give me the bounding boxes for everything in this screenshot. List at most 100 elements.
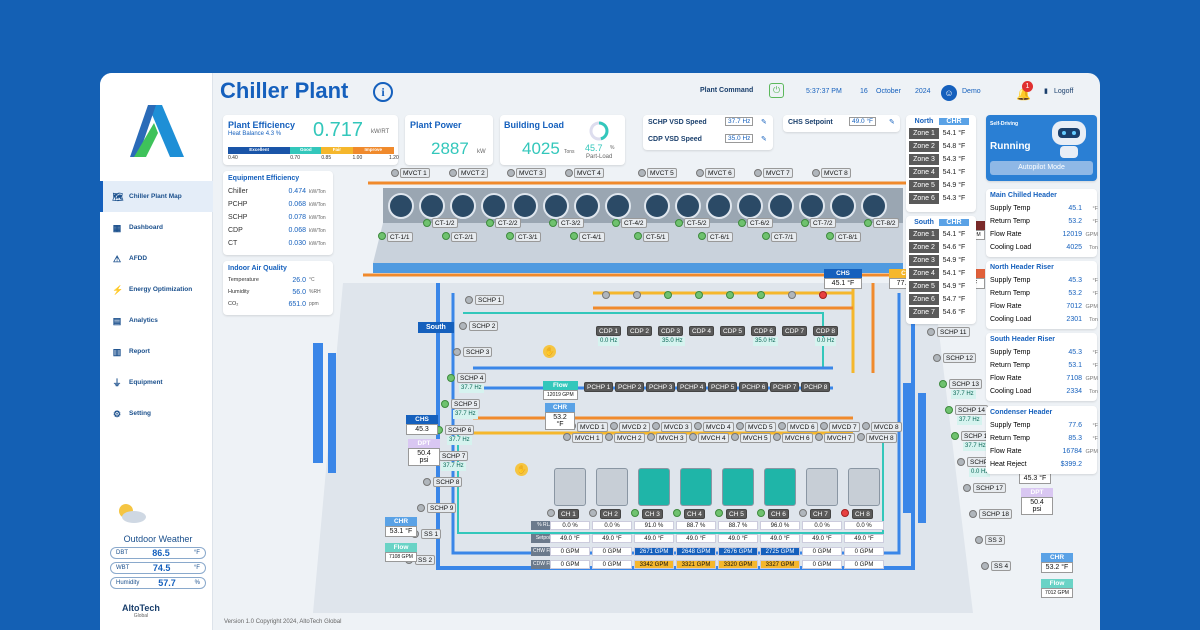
cooling-tower-tag[interactable]: CT-2/1 bbox=[451, 232, 477, 242]
schp-tag[interactable]: SCHP 14 bbox=[955, 405, 988, 415]
info-icon[interactable]: i bbox=[373, 82, 393, 102]
pchp-tag[interactable]: PCHP 7 bbox=[770, 382, 800, 392]
schp-tag[interactable]: SCHP 3 bbox=[463, 347, 493, 357]
pchp-tag[interactable]: PCHP 3 bbox=[646, 382, 676, 392]
mvch-tag[interactable]: MVCH 8 bbox=[866, 433, 897, 443]
mvcd-tag[interactable]: MVCD 6 bbox=[787, 422, 818, 432]
chiller-tag[interactable]: CH 7 bbox=[810, 509, 831, 519]
mvch-tag[interactable]: MVCH 6 bbox=[782, 433, 813, 443]
cooling-tower-tag[interactable]: CT-6/1 bbox=[707, 232, 733, 242]
mvct-tag[interactable]: MVCT 5 bbox=[647, 168, 677, 178]
cdp-tag[interactable]: CDP 1 bbox=[596, 326, 622, 336]
user-avatar-icon[interactable]: ☺ bbox=[941, 85, 957, 101]
mvcd-tag[interactable]: MVCD 1 bbox=[577, 422, 608, 432]
mvch-tag[interactable]: MVCH 5 bbox=[740, 433, 771, 443]
mvch-tag[interactable]: MVCH 3 bbox=[656, 433, 687, 443]
chiller-unit-icon[interactable] bbox=[680, 468, 712, 506]
mvct-tag[interactable]: MVCT 8 bbox=[821, 168, 851, 178]
sidebar-item-energy-optimization[interactable]: ⚡ Energy Optimization bbox=[100, 274, 213, 305]
manual-override-hand-icon[interactable]: ✋ bbox=[515, 463, 528, 476]
cdp-tag[interactable]: CDP 6 bbox=[751, 326, 777, 336]
cooling-tower-tag[interactable]: CT-3/1 bbox=[515, 232, 541, 242]
cooling-tower-tag[interactable]: CT-7/1 bbox=[771, 232, 797, 242]
cooling-tower-tag[interactable]: CT-2/2 bbox=[495, 218, 521, 228]
chiller-tag[interactable]: CH 4 bbox=[684, 509, 705, 519]
schp-tag[interactable]: SCHP 18 bbox=[979, 509, 1012, 519]
mvcd-tag[interactable]: MVCD 3 bbox=[661, 422, 692, 432]
user-name[interactable]: Demo bbox=[962, 88, 981, 95]
mvcd-tag[interactable]: MVCD 5 bbox=[745, 422, 776, 432]
chiller-tag[interactable]: CH 6 bbox=[768, 509, 789, 519]
cdp-tag[interactable]: CDP 7 bbox=[782, 326, 808, 336]
schp-tag[interactable]: SCHP 13 bbox=[949, 379, 982, 389]
cdp-tag[interactable]: CDP 2 bbox=[627, 326, 653, 336]
cdp-tag[interactable]: CDP 3 bbox=[658, 326, 684, 336]
pchp-tag[interactable]: PCHP 2 bbox=[615, 382, 645, 392]
pchp-tag[interactable]: PCHP 6 bbox=[739, 382, 769, 392]
sidebar-item-afdd[interactable]: ⚠ AFDD bbox=[100, 243, 213, 274]
schp-tag[interactable]: SCHP 5 bbox=[451, 399, 481, 409]
schp-tag[interactable]: SCHP 17 bbox=[973, 483, 1006, 493]
schp-tag[interactable]: SCHP 4 bbox=[457, 373, 487, 383]
mvch-tag[interactable]: MVCH 2 bbox=[614, 433, 645, 443]
pchp-tag[interactable]: PCHP 5 bbox=[708, 382, 738, 392]
mvct-tag[interactable]: MVCT 2 bbox=[458, 168, 488, 178]
schp-tag[interactable]: SS 4 bbox=[991, 561, 1012, 571]
cdp-tag[interactable]: CDP 4 bbox=[689, 326, 715, 336]
chiller-tag[interactable]: CH 1 bbox=[558, 509, 579, 519]
sidebar-item-report[interactable]: ▥ Report bbox=[100, 336, 213, 367]
cooling-tower-tag[interactable]: CT-8/2 bbox=[873, 218, 899, 228]
schp-tag[interactable]: SS 3 bbox=[985, 535, 1006, 545]
chiller-unit-icon[interactable] bbox=[848, 468, 880, 506]
plant-command-power-button[interactable]: ⏻ bbox=[769, 83, 784, 98]
chiller-unit-icon[interactable] bbox=[806, 468, 838, 506]
cdp-tag[interactable]: CDP 8 bbox=[813, 326, 839, 336]
schp-tag[interactable]: SCHP 8 bbox=[433, 477, 463, 487]
mvch-tag[interactable]: MVCH 4 bbox=[698, 433, 729, 443]
cooling-tower-tag[interactable]: CT-3/2 bbox=[558, 218, 584, 228]
mvch-tag[interactable]: MVCH 7 bbox=[824, 433, 855, 443]
chiller-unit-icon[interactable] bbox=[722, 468, 754, 506]
cooling-tower-tag[interactable]: CT-8/1 bbox=[835, 232, 861, 242]
manual-override-hand-icon[interactable]: ✋ bbox=[543, 345, 556, 358]
autopilot-card[interactable]: Self-Driving Running Autopilot Mode bbox=[986, 115, 1097, 181]
logoff-button[interactable]: Logoff bbox=[1054, 88, 1073, 95]
sidebar-item-equipment[interactable]: ⏚ Equipment bbox=[100, 367, 213, 398]
schp-tag[interactable]: SCHP 12 bbox=[943, 353, 976, 363]
schp-tag[interactable]: SCHP 6 bbox=[445, 425, 475, 435]
mvch-tag[interactable]: MVCH 1 bbox=[572, 433, 603, 443]
chiller-tag[interactable]: CH 8 bbox=[852, 509, 873, 519]
pchp-tag[interactable]: PCHP 4 bbox=[677, 382, 707, 392]
schp-tag[interactable]: SCHP 7 bbox=[439, 451, 469, 461]
pchp-tag[interactable]: PCHP 1 bbox=[584, 382, 614, 392]
cooling-tower-tag[interactable]: CT-4/2 bbox=[621, 218, 647, 228]
sidebar-item-setting[interactable]: ⚙ Setting bbox=[100, 398, 213, 429]
mvct-tag[interactable]: MVCT 3 bbox=[516, 168, 546, 178]
mvct-tag[interactable]: MVCT 6 bbox=[705, 168, 735, 178]
mvct-tag[interactable]: MVCT 1 bbox=[400, 168, 430, 178]
sidebar-item-dashboard[interactable]: ▦ Dashboard bbox=[100, 212, 213, 243]
cooling-tower-tag[interactable]: CT-1/1 bbox=[387, 232, 413, 242]
schp-tag[interactable]: SCHP 11 bbox=[937, 327, 970, 337]
logoff-icon[interactable]: ▮ bbox=[1044, 87, 1048, 95]
chiller-unit-icon[interactable] bbox=[638, 468, 670, 506]
schp-tag[interactable]: SCHP 9 bbox=[427, 503, 457, 513]
cooling-tower-tag[interactable]: CT-6/2 bbox=[747, 218, 773, 228]
chiller-tag[interactable]: CH 2 bbox=[600, 509, 621, 519]
mvcd-tag[interactable]: MVCD 8 bbox=[871, 422, 902, 432]
cooling-tower-tag[interactable]: CT-1/2 bbox=[432, 218, 458, 228]
chiller-unit-icon[interactable] bbox=[554, 468, 586, 506]
cooling-tower-tag[interactable]: CT-4/1 bbox=[579, 232, 605, 242]
sidebar-item-analytics[interactable]: ▤ Analytics bbox=[100, 305, 213, 336]
mvcd-tag[interactable]: MVCD 7 bbox=[829, 422, 860, 432]
chiller-unit-icon[interactable] bbox=[764, 468, 796, 506]
cooling-tower-tag[interactable]: CT-5/2 bbox=[684, 218, 710, 228]
schp-tag[interactable]: SCHP 2 bbox=[469, 321, 499, 331]
sidebar-item-chiller-plant-map[interactable]: 🗺 Chiller Plant Map bbox=[100, 181, 213, 212]
mvct-tag[interactable]: MVCT 7 bbox=[763, 168, 793, 178]
mvct-tag[interactable]: MVCT 4 bbox=[574, 168, 604, 178]
cdp-tag[interactable]: CDP 5 bbox=[720, 326, 746, 336]
schp-tag[interactable]: SS 2 bbox=[415, 555, 436, 565]
chiller-tag[interactable]: CH 5 bbox=[726, 509, 747, 519]
cooling-tower-tag[interactable]: CT-7/2 bbox=[810, 218, 836, 228]
